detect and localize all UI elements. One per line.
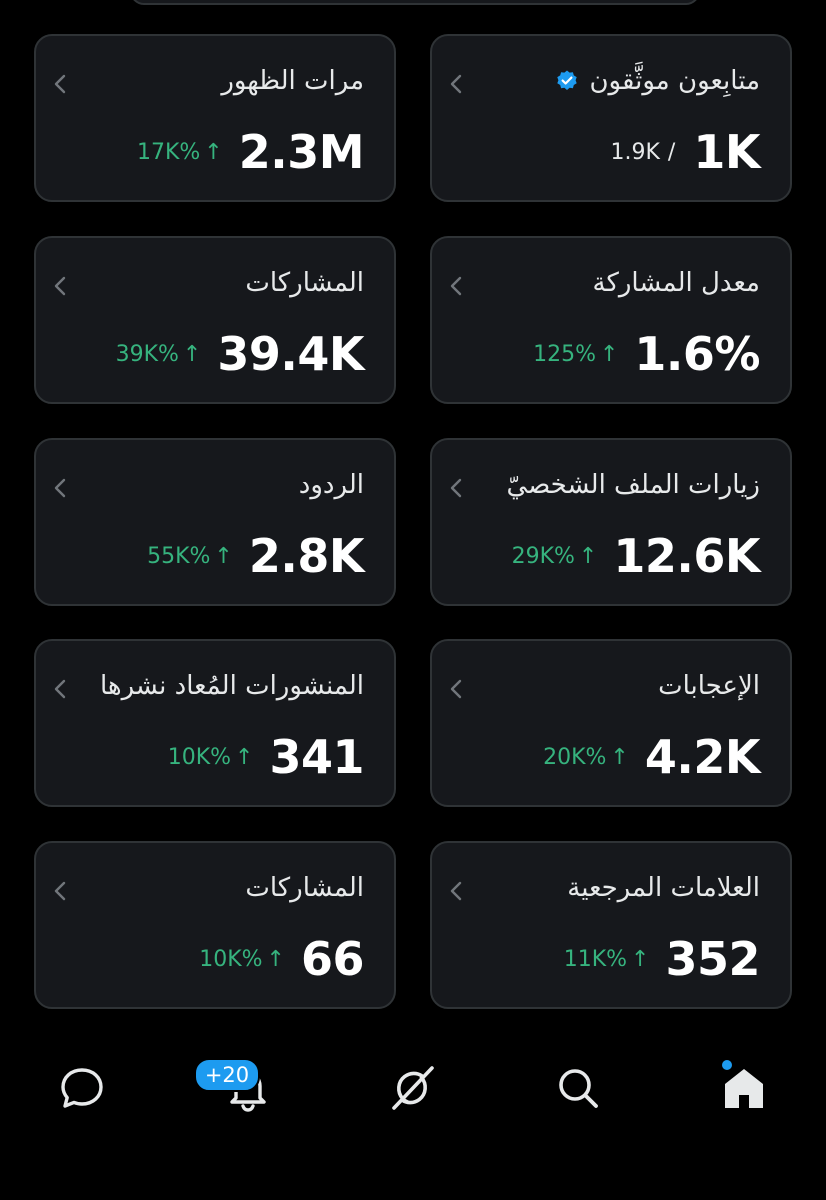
change-indicator: 39K% ↑ [115,341,202,367]
card-value: 39.4K [217,327,364,381]
search-tab[interactable] [552,1062,604,1114]
replies-card[interactable]: الردود 55K% ↑ 2.8K [34,438,396,606]
card-value: 4.2K [644,730,761,784]
card-value: 12.6K [613,529,760,583]
profile-visits-card[interactable]: زيارات الملف الشخصيّ 29K% ↑ 12.6K [430,438,792,606]
grok-tab[interactable] [386,1062,438,1114]
search-icon [559,1069,598,1108]
card-title: متابِعون موثَّقون [555,64,760,98]
unread-dot [722,1060,732,1070]
change-indicator: 20K% ↑ [543,744,629,770]
chevron-left-icon [54,679,66,699]
chevron-left-icon [54,478,66,498]
chevron-left-icon [54,74,66,94]
grok-icon [392,1066,434,1110]
bookmarks-card[interactable]: العلامات المرجعية 11K% ↑ 352 [430,841,792,1009]
change-indicator: 10K% ↑ [199,946,285,972]
arrow-up-icon: ↑ [204,139,223,165]
chevron-left-icon [450,276,462,296]
likes-card[interactable]: الإعجابات 20K% ↑ 4.2K [430,639,792,807]
chevron-left-icon [54,276,66,296]
arrow-up-icon: ↑ [214,543,233,569]
chevron-left-icon [450,74,462,94]
followers-total: 1.9K / [610,139,676,165]
card-value: 2.3M [238,125,365,179]
impressions-card[interactable]: مرات الظهور 17K% ↑ 2.3M [34,34,396,202]
change-indicator: 11K% ↑ [563,946,650,972]
messages-tab[interactable] [56,1062,108,1114]
verified-followers-card[interactable]: متابِعون موثَّقون 1.9K/ 1K [430,34,792,202]
card-title: الإعجابات [658,671,760,701]
arrow-up-icon: ↑ [599,341,619,367]
card-value: 341 [269,730,364,784]
change-indicator: 125% ↑ [533,341,619,367]
card-value: 1.6% [634,327,760,381]
arrow-up-icon: ↑ [266,946,285,972]
notifications-count-badge: +20 [194,1058,260,1092]
change-indicator: 10K% ↑ [167,744,254,770]
arrow-up-icon: ↑ [235,744,254,770]
card-title: معدل المشاركة [592,268,760,298]
card-value: 352 [665,932,760,986]
bottom-nav [0,1040,826,1140]
card-value: 1K [693,125,760,179]
engagements-card[interactable]: المشاركات 39K% ↑ 39.4K [34,236,396,404]
engagement-rate-card[interactable]: معدل المشاركة 125% ↑ 1.6% [430,236,792,404]
arrow-up-icon: ↑ [631,946,650,972]
change-indicator: 29K% ↑ [511,543,598,569]
reposts-card[interactable]: المنشورات المُعاد نشرها 10K% ↑ 341 [34,639,396,807]
card-value: 2.8K [248,529,365,583]
card-title: زيارات الملف الشخصيّ [506,470,760,500]
chevron-left-icon [450,881,462,901]
previous-section-edge [130,0,700,5]
card-title: المشاركات [245,873,364,903]
chevron-left-icon [450,679,462,699]
card-title: المشاركات [245,268,364,298]
chat-bubble-icon [61,1068,103,1108]
card-title: العلامات المرجعية [567,873,760,903]
arrow-up-icon: ↑ [610,744,629,770]
change-indicator: 55K% ↑ [147,543,233,569]
arrow-up-icon: ↑ [182,341,202,367]
arrow-up-icon: ↑ [578,543,598,569]
card-title: المنشورات المُعاد نشرها [99,671,364,701]
change-indicator: 17K% ↑ [136,139,223,165]
verified-badge-icon [557,70,578,90]
card-value: 66 [300,932,365,986]
chevron-left-icon [54,881,66,901]
chevron-left-icon [450,478,462,498]
card-title: مرات الظهور [221,66,364,96]
card-title: الردود [298,470,364,500]
shares-card[interactable]: المشاركات 10K% ↑ 66 [34,841,396,1009]
